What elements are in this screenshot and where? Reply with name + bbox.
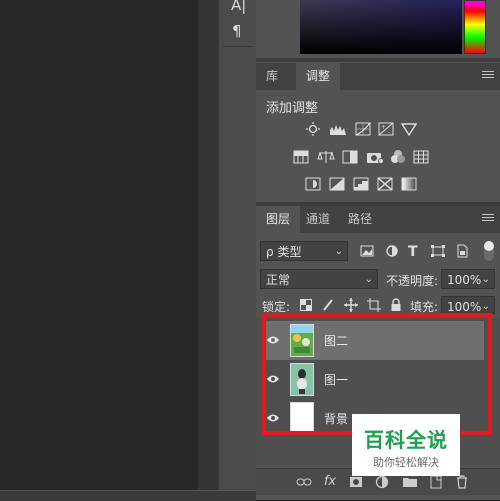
blend-mode-value: 正常 [266,273,291,287]
type-layer-filter-icon[interactable]: T [408,244,424,260]
search-icon: ρ [266,245,274,259]
new-adjustment-layer-icon[interactable] [374,474,390,490]
layer-style-fx-icon[interactable]: fx [322,474,338,490]
character-panel-icon[interactable]: A| [231,0,246,14]
filter-toggle[interactable] [484,241,494,261]
adjustment-layer-filter-icon[interactable] [385,245,401,259]
svg-text:-: - [388,129,390,136]
selective-color-icon[interactable] [377,177,393,191]
tab-layers[interactable]: 图层 [256,206,301,233]
lock-position-icon[interactable] [344,298,360,312]
opacity-label: 不透明度: [386,274,439,288]
opacity-field[interactable]: 100% ⌄ [441,269,495,289]
vibrance-icon[interactable] [401,122,417,136]
layer-filter-dropdown[interactable]: ρ 类型 ⌄ [260,241,348,261]
photo-filter-icon[interactable] [366,150,384,164]
invert-icon[interactable] [305,177,321,191]
toolstrip-divider [223,46,253,47]
color-field[interactable] [300,0,462,54]
canvas-gutter [198,0,218,500]
gradient-map-icon[interactable] [401,177,417,191]
tab-adjustments[interactable]: 调整 [296,63,341,90]
blend-mode-dropdown[interactable]: 正常 ⌄ [260,269,378,289]
brightness-contrast-icon[interactable] [305,122,321,136]
site-watermark: 百科全说 助你轻松解决 [352,414,460,476]
layers-tab-row: 图层 通道 路径 [256,206,500,233]
black-white-icon[interactable] [342,150,358,164]
fill-field[interactable]: 100% ⌄ [441,296,495,314]
color-lookup-icon[interactable] [413,150,429,164]
chevron-down-icon: ⌄ [334,246,343,257]
panel-menu-icon[interactable] [482,71,494,80]
paragraph-panel-icon[interactable]: ¶ [232,22,242,40]
exposure-icon[interactable]: + - [378,122,394,136]
chevron-down-icon: ⌄ [481,274,490,285]
new-layer-icon[interactable] [428,474,444,490]
filter-kind-label: 类型 [277,245,302,259]
panel-menu-icon[interactable] [482,214,494,223]
watermark-title: 百科全说 [364,428,448,452]
pixel-layer-filter-icon[interactable] [360,245,376,259]
smart-object-filter-icon[interactable] [455,244,471,258]
channel-mixer-icon[interactable] [389,149,405,163]
lock-image-pixels-icon[interactable] [322,299,338,313]
collapsed-tool-strip: A| ¶ [218,0,258,500]
levels-icon[interactable] [329,122,346,136]
hue-slider[interactable] [464,0,486,54]
status-bar [0,490,256,501]
fill-value: 100% [447,300,482,314]
svg-text:+: + [381,124,386,131]
curves-icon[interactable] [355,122,371,136]
hue-saturation-icon[interactable] [293,150,309,164]
panel-divider [256,58,500,62]
tab-library[interactable]: 库 [256,63,288,90]
threshold-icon[interactable] [353,177,369,191]
document-canvas[interactable] [0,0,198,490]
add-mask-icon[interactable] [348,474,364,490]
lock-transparent-pixels-icon[interactable] [300,299,316,313]
chevron-down-icon: ⌄ [364,274,373,285]
posterize-icon[interactable] [329,177,345,191]
add-adjustment-heading: 添加调整 [266,101,319,116]
adjustments-tab-row: 库 调整 [256,63,500,90]
color-balance-icon[interactable] [317,150,335,164]
delete-layer-icon[interactable] [454,474,470,490]
lock-artboard-icon[interactable] [367,298,383,312]
watermark-subtitle: 助你轻松解决 [373,456,439,469]
opacity-value: 100% [447,273,482,287]
lock-all-icon[interactable] [390,298,406,312]
link-layers-icon[interactable] [296,474,312,490]
tab-channels[interactable]: 通道 [296,206,340,233]
new-group-folder-icon[interactable] [402,474,418,490]
shape-layer-filter-icon[interactable] [431,245,447,259]
tab-paths[interactable]: 路径 [338,206,382,233]
